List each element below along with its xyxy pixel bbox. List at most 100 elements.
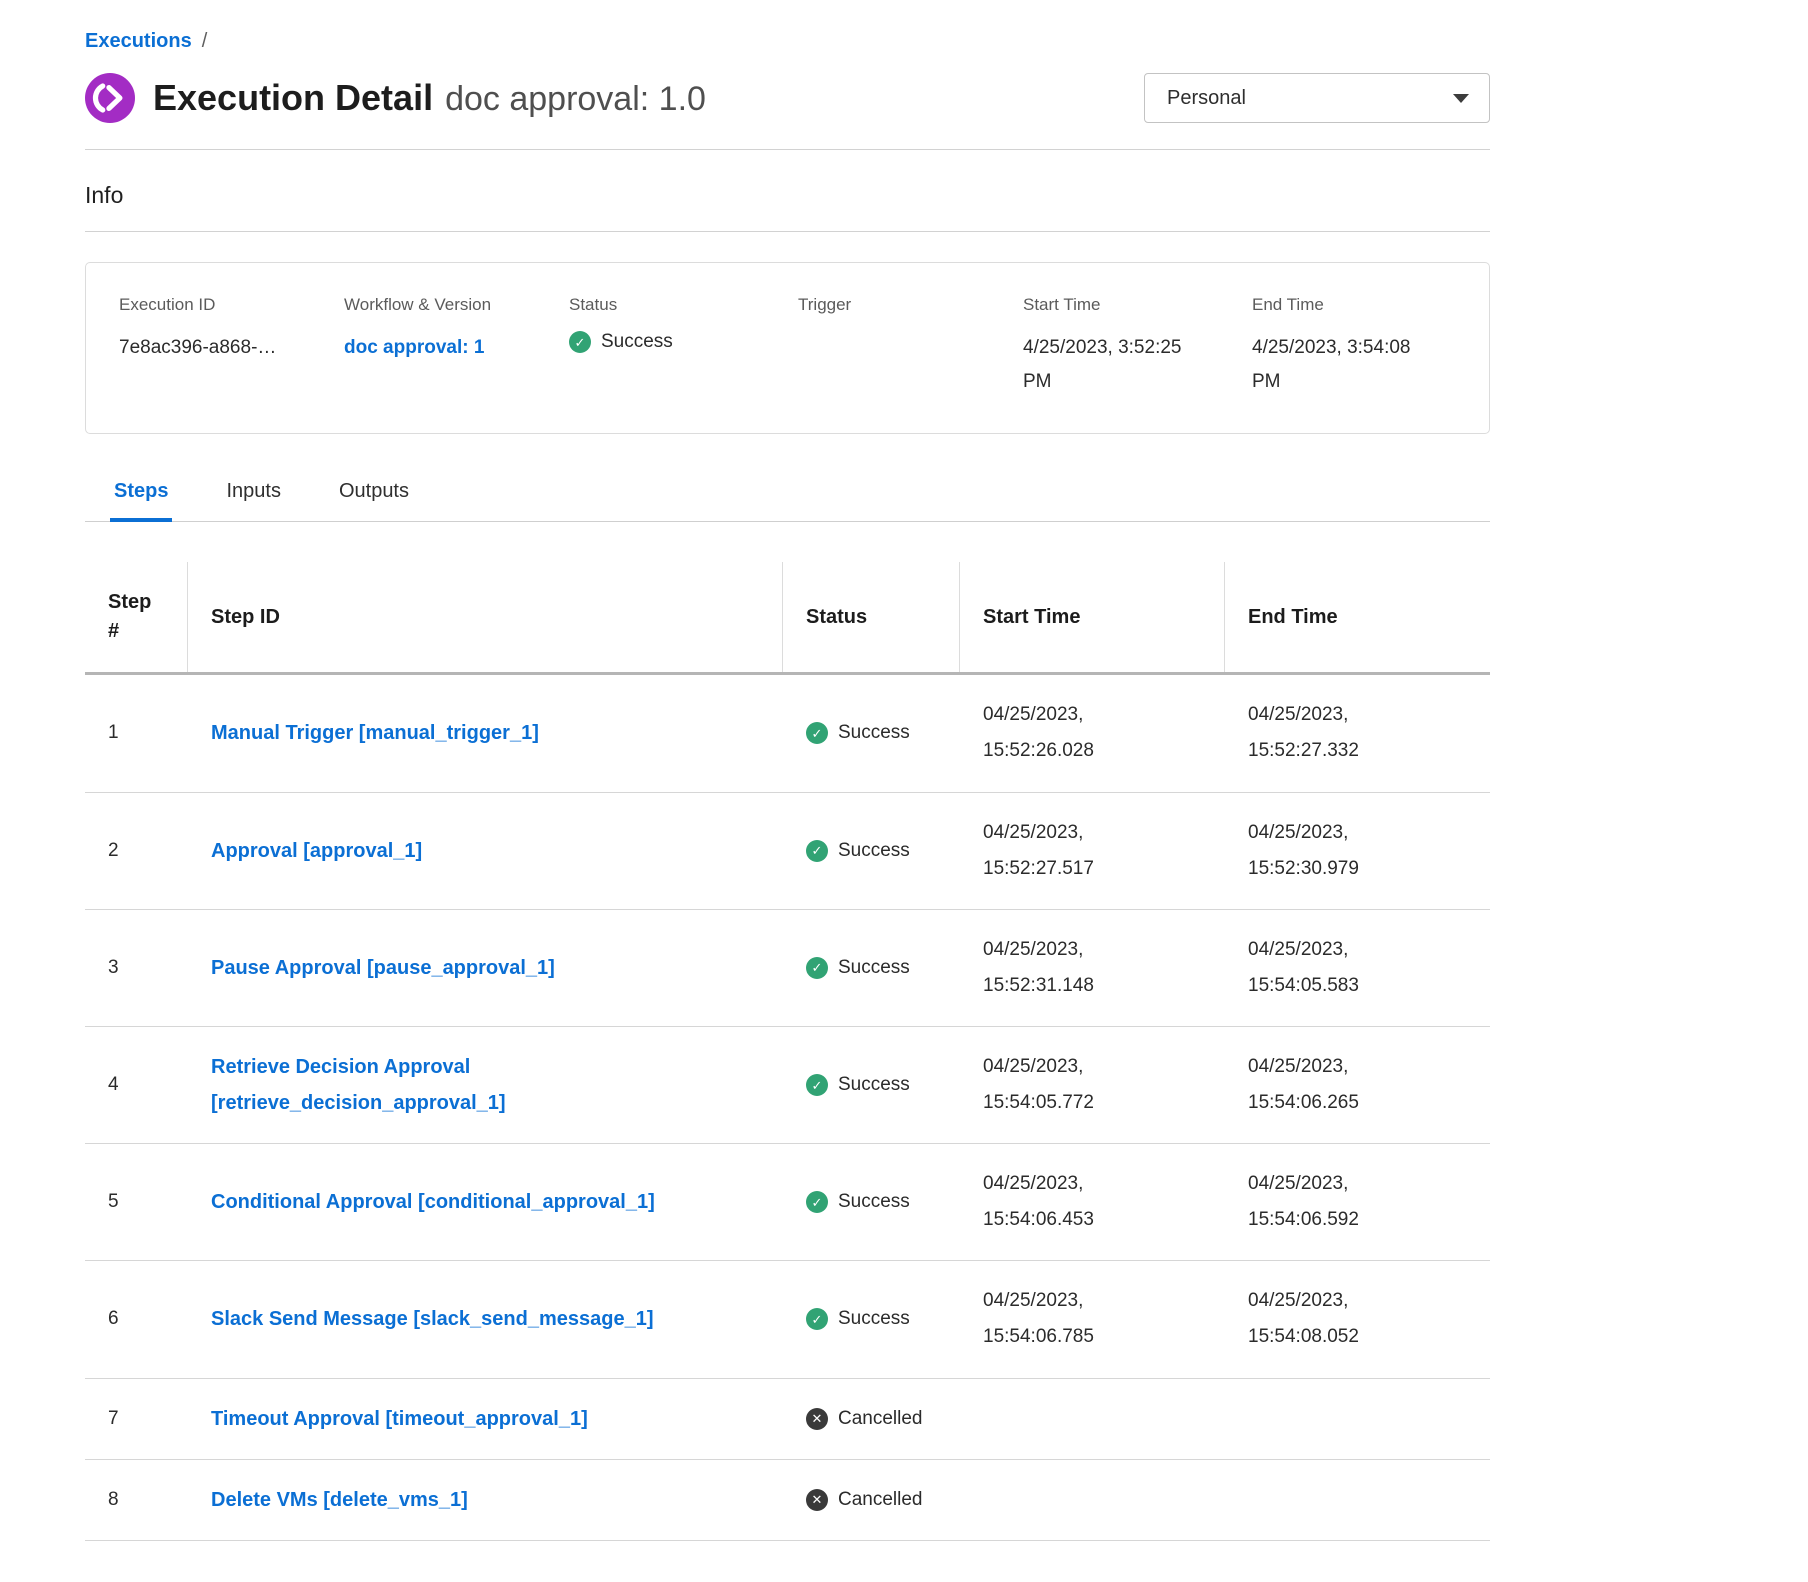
status-badge: Cancelled	[783, 1386, 960, 1452]
start-time-cell	[960, 1478, 1225, 1522]
status-icon	[806, 1308, 828, 1330]
tab-steps[interactable]: Steps	[110, 474, 172, 522]
info-end-time-label: End Time	[1252, 295, 1469, 315]
info-divider	[85, 231, 1490, 232]
breadcrumb: Executions /	[85, 30, 1490, 53]
step-number: 3	[85, 935, 188, 1001]
table-row: 1 Manual Trigger [manual_trigger_1] Succ…	[85, 675, 1490, 792]
step-number: 2	[85, 818, 188, 884]
scope-dropdown[interactable]: Personal	[1144, 73, 1490, 123]
status-label: Success	[838, 840, 910, 862]
step-link[interactable]: Conditional Approval [conditional_approv…	[211, 1184, 655, 1220]
page-title: Execution Detail	[153, 77, 433, 118]
status-label: Success	[838, 957, 910, 979]
info-status-label: Status	[569, 295, 798, 315]
info-status: Status Success	[569, 295, 798, 399]
table-row: 6 Slack Send Message [slack_send_message…	[85, 1261, 1490, 1378]
status-label: Success	[838, 1191, 910, 1213]
status-badge: Success	[783, 818, 960, 884]
col-header-start-time: Start Time	[960, 562, 1225, 672]
start-time-cell: 04/25/2023, 15:54:05.772	[960, 1027, 1225, 1143]
status-badge: Cancelled	[783, 1467, 960, 1533]
end-time-cell: 04/25/2023, 15:52:27.332	[1225, 675, 1490, 791]
info-execution-id-label: Execution ID	[119, 295, 344, 315]
end-time-cell	[1225, 1397, 1490, 1441]
table-row: 8 Delete VMs [delete_vms_1] Cancelled	[85, 1460, 1490, 1541]
tab-inputs[interactable]: Inputs	[222, 474, 284, 521]
status-icon	[806, 1191, 828, 1213]
status-badge: Success	[783, 700, 960, 766]
info-end-time-value: 4/25/2023, 3:54:08 PM	[1252, 331, 1442, 399]
status-badge: Success	[783, 1286, 960, 1352]
title-group: Execution Detail doc approval: 1.0	[85, 73, 706, 123]
info-execution-id-value: 7e8ac396-a868-…	[119, 331, 344, 365]
info-card: Execution ID 7e8ac396-a868-… Workflow & …	[85, 262, 1490, 434]
step-link[interactable]: Approval [approval_1]	[211, 833, 422, 869]
start-time-cell: 04/25/2023, 15:54:06.785	[960, 1261, 1225, 1377]
status-label: Cancelled	[838, 1489, 923, 1511]
start-time-cell	[960, 1397, 1225, 1441]
steps-table: Step # Step ID Status Start Time End Tim…	[85, 562, 1490, 1540]
status-badge: Success	[783, 935, 960, 1001]
end-time-cell	[1225, 1478, 1490, 1522]
breadcrumb-executions-link[interactable]: Executions	[85, 30, 192, 53]
table-row: 4 Retrieve Decision Approval [retrieve_d…	[85, 1027, 1490, 1144]
info-start-time: Start Time 4/25/2023, 3:52:25 PM	[1023, 295, 1252, 399]
info-execution-id: Execution ID 7e8ac396-a868-…	[119, 295, 344, 399]
table-row: 2 Approval [approval_1] Success 04/25/20…	[85, 793, 1490, 910]
info-end-time: End Time 4/25/2023, 3:54:08 PM	[1252, 295, 1469, 399]
status-badge: Success	[783, 1169, 960, 1235]
status-label: Success	[838, 722, 910, 744]
step-link[interactable]: Slack Send Message [slack_send_message_1…	[211, 1301, 653, 1337]
info-start-time-value: 4/25/2023, 3:52:25 PM	[1023, 331, 1213, 399]
step-link[interactable]: Retrieve Decision Approval [retrieve_dec…	[211, 1049, 765, 1121]
step-link[interactable]: Manual Trigger [manual_trigger_1]	[211, 715, 539, 751]
table-row: 7 Timeout Approval [timeout_approval_1] …	[85, 1379, 1490, 1460]
info-trigger-label: Trigger	[798, 295, 1023, 315]
status-icon	[806, 722, 828, 744]
end-time-cell: 04/25/2023, 15:54:08.052	[1225, 1261, 1490, 1377]
info-status-value: Success	[601, 331, 673, 353]
status-icon	[806, 957, 828, 979]
start-time-cell: 04/25/2023, 15:54:06.453	[960, 1144, 1225, 1260]
step-number: 7	[85, 1386, 188, 1452]
info-workflow: Workflow & Version doc approval: 1	[344, 295, 569, 399]
page-subtitle: doc approval: 1.0	[445, 80, 706, 118]
status-icon	[806, 1408, 828, 1430]
workflow-brand-icon	[85, 73, 135, 123]
status-icon	[806, 1489, 828, 1511]
status-badge: Success	[783, 1052, 960, 1118]
col-header-status: Status	[783, 562, 960, 672]
col-header-step-num: Step #	[85, 562, 188, 672]
step-number: 5	[85, 1169, 188, 1235]
step-number: 8	[85, 1467, 188, 1533]
status-icon	[806, 1074, 828, 1096]
chevron-down-icon	[1453, 94, 1469, 103]
info-trigger: Trigger	[798, 295, 1023, 399]
end-time-cell: 04/25/2023, 15:54:06.265	[1225, 1027, 1490, 1143]
workflow-version-link[interactable]: doc approval: 1	[344, 337, 484, 358]
col-header-end-time: End Time	[1225, 562, 1490, 672]
info-start-time-label: Start Time	[1023, 295, 1252, 315]
step-link[interactable]: Pause Approval [pause_approval_1]	[211, 950, 555, 986]
start-time-cell: 04/25/2023, 15:52:26.028	[960, 675, 1225, 791]
step-number: 1	[85, 700, 188, 766]
scope-dropdown-value: Personal	[1167, 87, 1246, 110]
step-link[interactable]: Delete VMs [delete_vms_1]	[211, 1482, 468, 1518]
status-label: Success	[838, 1074, 910, 1096]
table-row: 3 Pause Approval [pause_approval_1] Succ…	[85, 910, 1490, 1027]
start-time-cell: 04/25/2023, 15:52:27.517	[960, 793, 1225, 909]
steps-table-header: Step # Step ID Status Start Time End Tim…	[85, 562, 1490, 675]
start-time-cell: 04/25/2023, 15:52:31.148	[960, 910, 1225, 1026]
info-section-title: Info	[85, 182, 1490, 209]
steps-table-body: 1 Manual Trigger [manual_trigger_1] Succ…	[85, 675, 1490, 1540]
tab-outputs[interactable]: Outputs	[335, 474, 413, 521]
header-divider	[85, 149, 1490, 150]
step-number: 6	[85, 1286, 188, 1352]
success-check-icon	[569, 331, 591, 353]
status-label: Success	[838, 1308, 910, 1330]
end-time-cell: 04/25/2023, 15:54:05.583	[1225, 910, 1490, 1026]
breadcrumb-separator: /	[202, 30, 208, 53]
step-link[interactable]: Timeout Approval [timeout_approval_1]	[211, 1401, 588, 1437]
table-row: 5 Conditional Approval [conditional_appr…	[85, 1144, 1490, 1261]
